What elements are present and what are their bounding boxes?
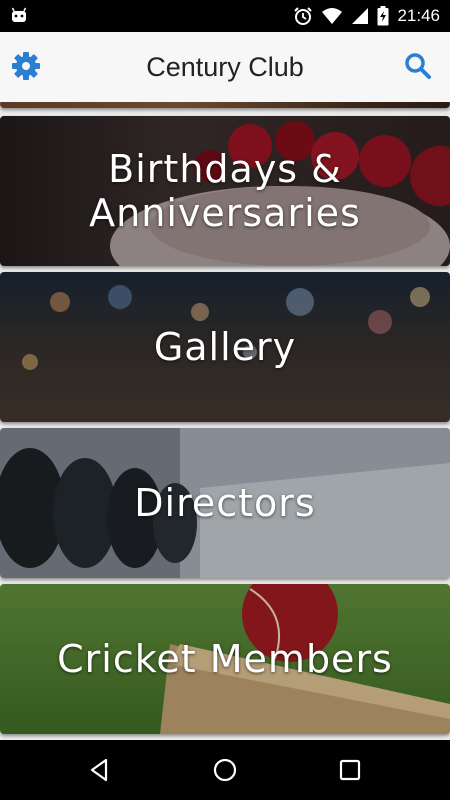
wifi-icon bbox=[322, 8, 343, 24]
signal-icon bbox=[352, 8, 369, 24]
card-label-line1: Birthdays & bbox=[108, 147, 342, 191]
card-label: Birthdays & Anniversaries bbox=[0, 147, 450, 235]
card-label-line2: Anniversaries bbox=[89, 191, 361, 235]
card-cricket-members[interactable]: Cricket Members bbox=[0, 584, 450, 734]
system-nav-bar bbox=[0, 740, 450, 800]
card-label: Gallery bbox=[153, 325, 297, 369]
card-gallery[interactable]: Gallery bbox=[0, 272, 450, 422]
category-list[interactable]: Birthdays & Anniversaries Gallery Direct… bbox=[0, 102, 450, 740]
battery-charging-icon bbox=[377, 6, 389, 26]
android-icon bbox=[11, 7, 27, 22]
search-icon[interactable] bbox=[404, 52, 432, 80]
page-title: Century Club bbox=[146, 52, 304, 82]
app-bar: Century Club bbox=[0, 32, 450, 102]
home-icon[interactable] bbox=[211, 756, 239, 784]
card-label: Cricket Members bbox=[57, 637, 393, 681]
partial-card-top[interactable] bbox=[0, 102, 450, 108]
back-icon[interactable] bbox=[86, 756, 114, 784]
recents-icon[interactable] bbox=[336, 756, 364, 784]
status-time: 21:46 bbox=[397, 6, 440, 25]
card-birthdays-anniversaries[interactable]: Birthdays & Anniversaries bbox=[0, 116, 450, 266]
alarm-icon bbox=[294, 7, 313, 25]
card-label: Directors bbox=[134, 481, 316, 525]
status-bar: 21:46 bbox=[0, 0, 450, 32]
card-directors[interactable]: Directors bbox=[0, 428, 450, 578]
